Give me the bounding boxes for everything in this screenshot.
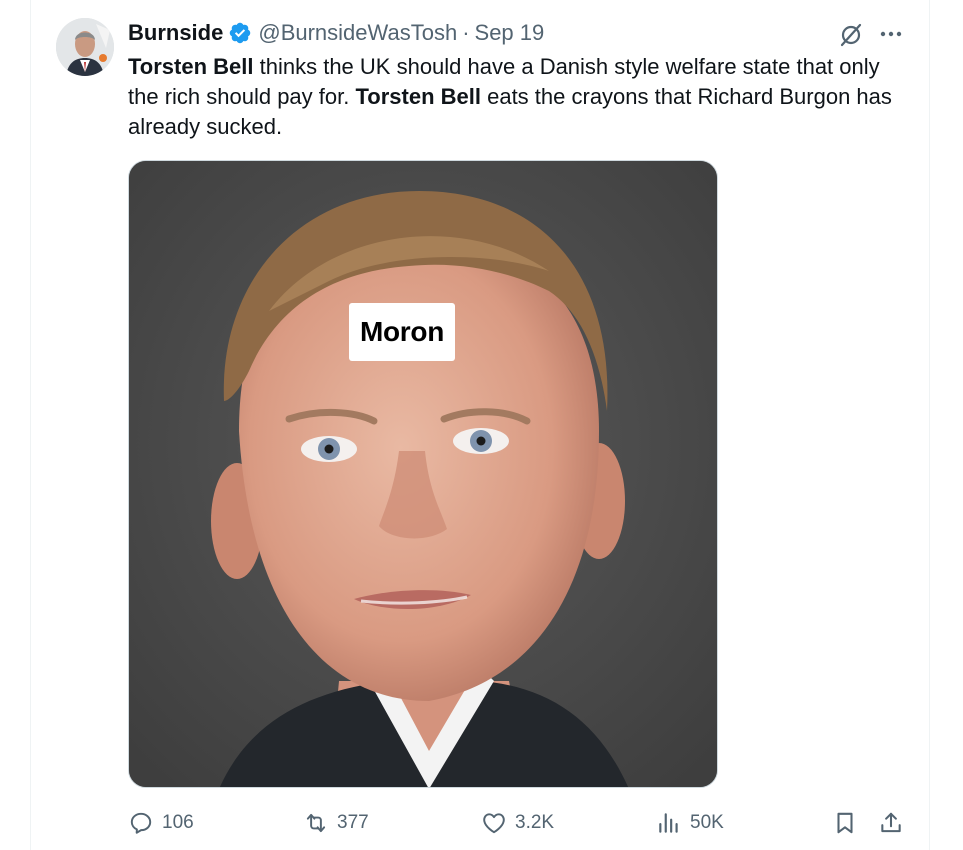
like-button[interactable]: 3.2K — [481, 806, 554, 840]
timeline-border-left — [30, 0, 31, 850]
like-icon — [483, 813, 505, 834]
tweet-header: Burnside @BurnsideWasTosh · Sep 19 — [128, 18, 544, 48]
share-button[interactable] — [878, 806, 904, 840]
mention-bold-2: Torsten Bell — [355, 84, 481, 109]
verified-badge-icon — [228, 21, 252, 45]
repost-icon — [306, 813, 326, 833]
mention-bold-1: Torsten Bell — [128, 54, 254, 79]
repost-button[interactable]: 377 — [303, 806, 369, 840]
views-icon — [659, 813, 678, 833]
separator-dot: · — [462, 20, 470, 45]
handle[interactable]: @BurnsideWasTosh — [258, 20, 457, 46]
reply-icon — [130, 812, 152, 834]
like-count: 3.2K — [515, 812, 555, 833]
bookmark-icon — [837, 812, 853, 834]
grok-icon[interactable] — [837, 21, 865, 49]
bookmark-button[interactable] — [832, 806, 858, 840]
timeline-border-right — [929, 0, 930, 850]
tweet-image[interactable]: Moron — [128, 160, 718, 788]
tweet-text: Torsten Bell thinks the UK should have a… — [128, 52, 898, 142]
moron-label: Moron — [349, 303, 455, 361]
views-count: 50K — [690, 812, 724, 833]
more-icon[interactable] — [878, 23, 904, 45]
timestamp[interactable]: Sep 19 — [475, 20, 545, 46]
avatar[interactable] — [56, 18, 114, 76]
reply-count: 106 — [162, 812, 194, 833]
action-bar: 106 377 3.2K 50K — [0, 806, 963, 840]
display-name[interactable]: Burnside — [128, 20, 223, 46]
share-icon — [881, 812, 901, 833]
repost-count: 377 — [337, 812, 369, 833]
reply-button[interactable]: 106 — [128, 806, 194, 840]
views-button[interactable]: 50K — [656, 806, 724, 840]
